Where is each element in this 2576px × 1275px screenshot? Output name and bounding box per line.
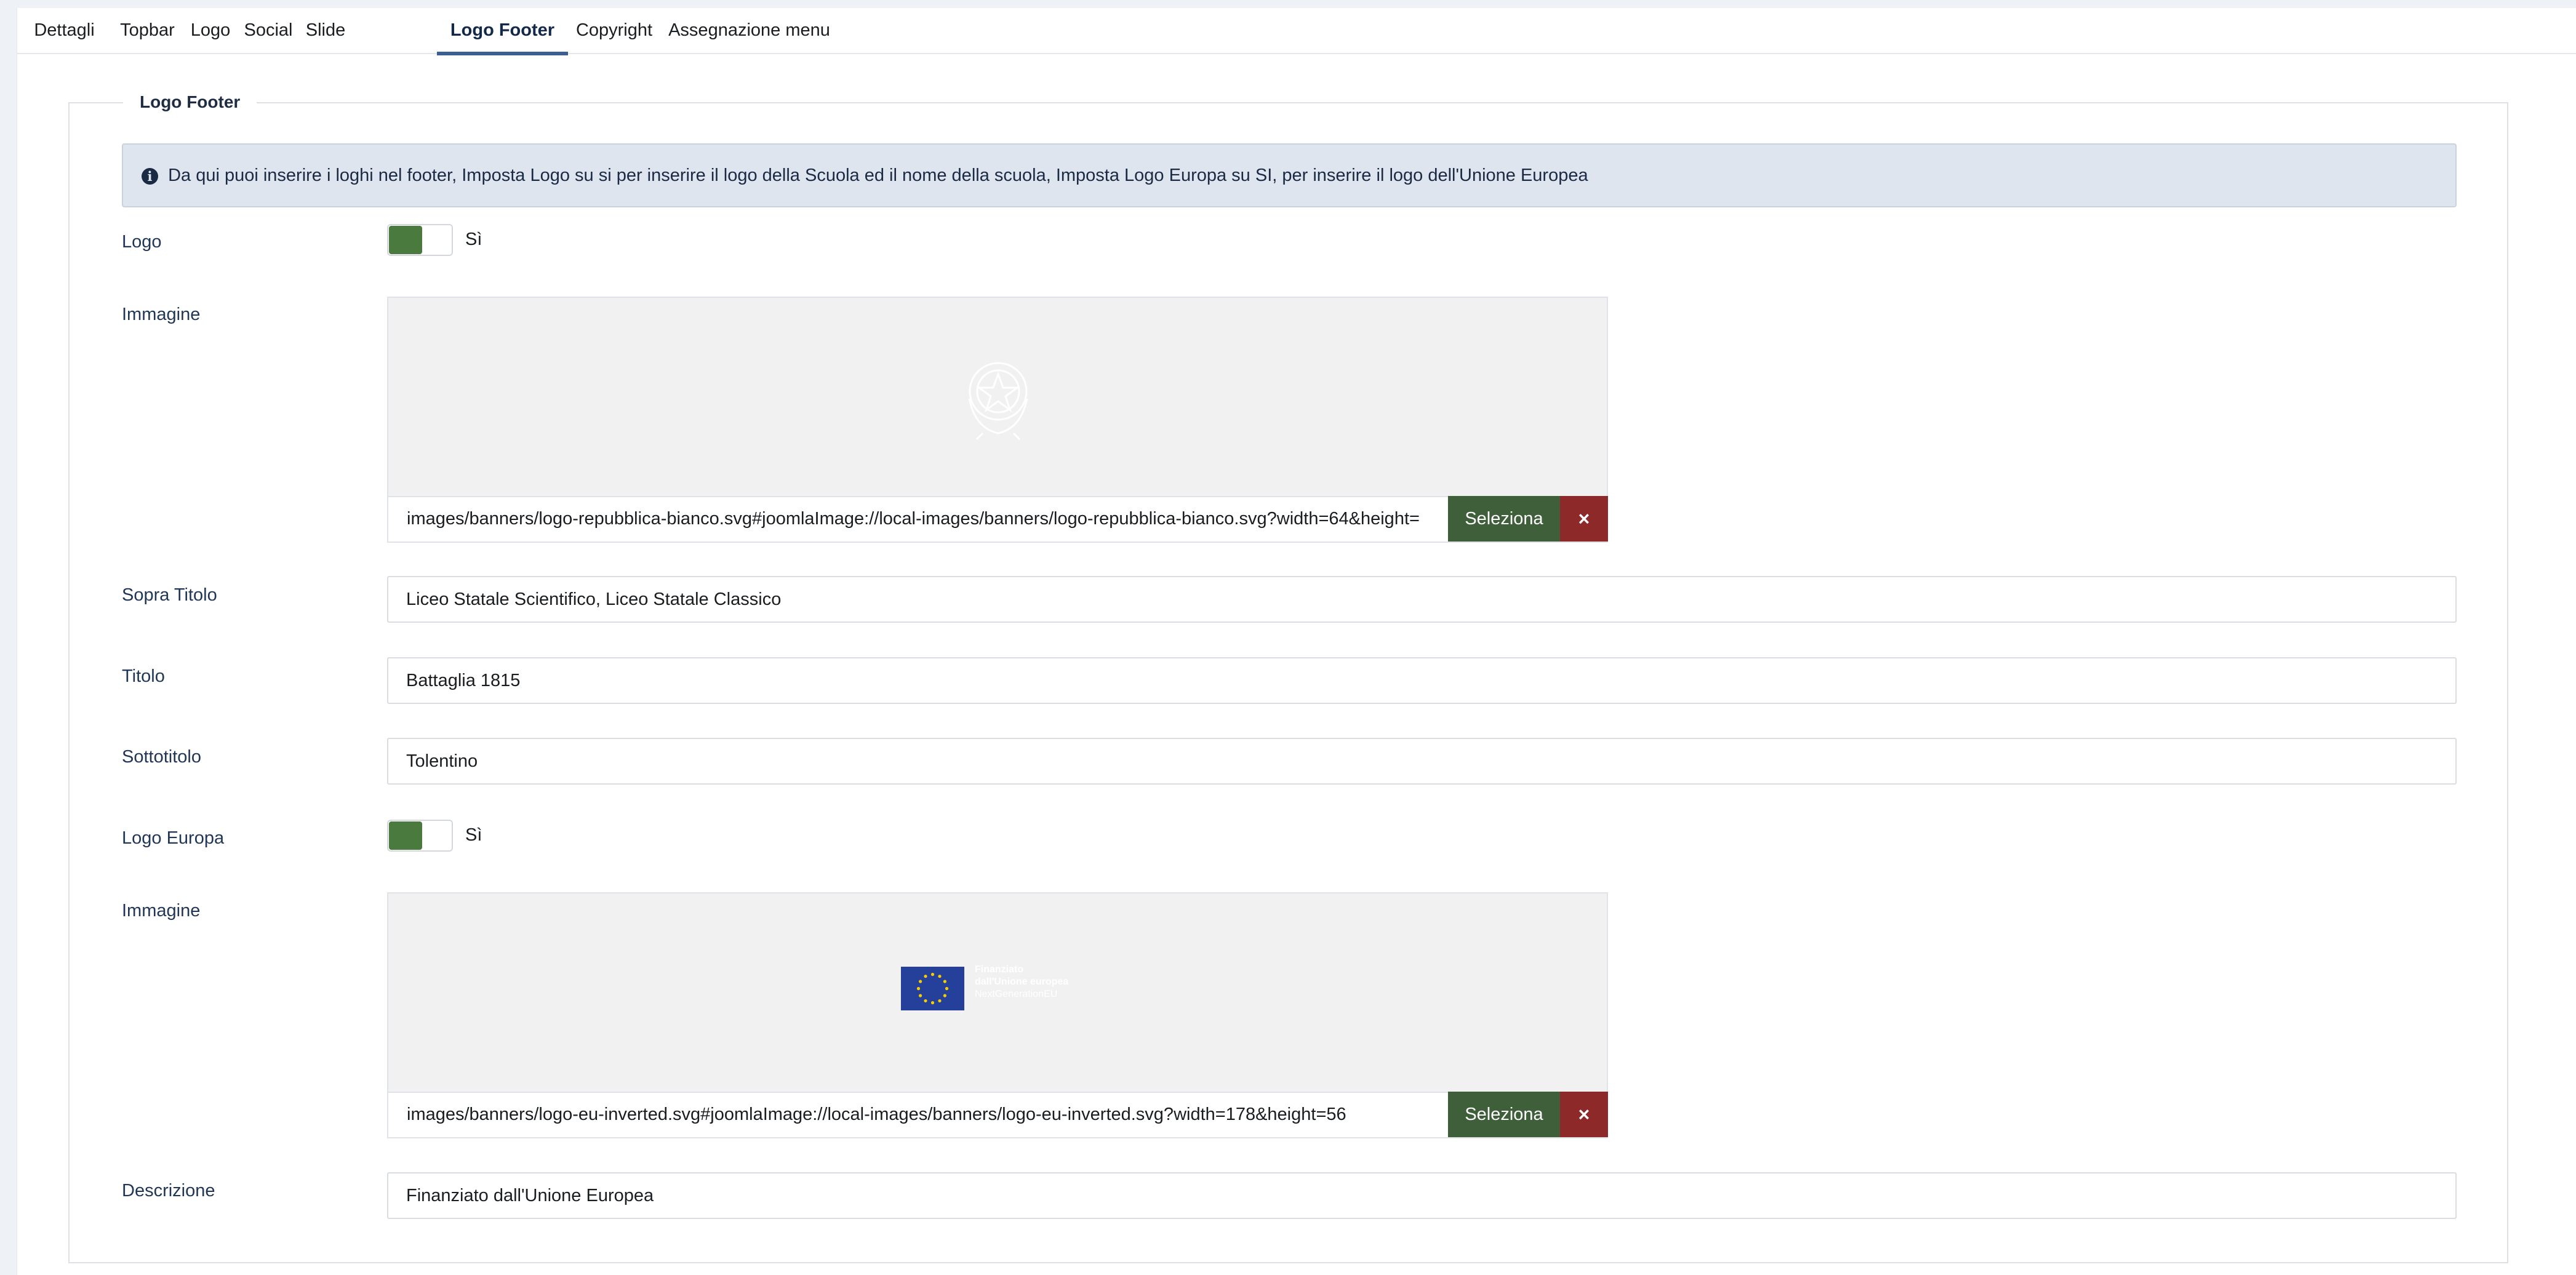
- toggle-knob: [389, 821, 422, 850]
- sopra-titolo-input[interactable]: Liceo Statale Scientifico, Liceo Statale…: [387, 576, 2457, 623]
- tab-logo[interactable]: Logo: [183, 8, 238, 54]
- logo-europa-label: Logo Europa: [122, 828, 225, 848]
- clear-image-button[interactable]: ×: [1560, 496, 1608, 542]
- tab-copyright[interactable]: Copyright: [568, 8, 660, 54]
- image-field-eu: Finanziato dall'Unione europea NextGener…: [387, 892, 1608, 1138]
- eu-star: [930, 972, 935, 977]
- titolo-label: Titolo: [122, 666, 165, 686]
- toggle-knob: [389, 226, 422, 254]
- image-path-input[interactable]: images/banners/logo-repubblica-bianco.sv…: [388, 496, 1448, 542]
- eu-star: [930, 1001, 935, 1005]
- eu-star: [916, 986, 921, 991]
- fieldset-legend: Logo Footer: [123, 91, 257, 113]
- eu-star: [938, 999, 942, 1003]
- sopra-titolo-label: Sopra Titolo: [122, 585, 217, 605]
- descrizione-input[interactable]: Finanziato dall'Unione Europea: [387, 1172, 2457, 1219]
- emblem-repubblica-icon: [968, 362, 1028, 441]
- eu-star: [924, 999, 927, 1003]
- image-preview: [388, 298, 1607, 496]
- descrizione-label: Descrizione: [122, 1181, 215, 1201]
- info-icon: i: [142, 167, 158, 185]
- eu-star: [945, 986, 949, 991]
- select-image-button[interactable]: Seleziona: [1448, 496, 1560, 542]
- image-field-repubblica: images/banners/logo-repubblica-bianco.sv…: [387, 297, 1608, 543]
- image-path-input[interactable]: images/banners/logo-eu-inverted.svg#joom…: [388, 1092, 1448, 1137]
- sottotitolo-label: Sottotitolo: [122, 747, 201, 767]
- sottotitolo-input[interactable]: Tolentino: [387, 738, 2457, 785]
- logo-europa-toggle[interactable]: [387, 820, 453, 852]
- eu-logo-text-line: Finanziato: [975, 964, 1024, 975]
- tab-dettagli[interactable]: Dettagli: [17, 8, 112, 54]
- image-label: Immagine: [122, 901, 201, 921]
- info-alert: i Da qui puoi inserire i loghi nel foote…: [122, 143, 2457, 207]
- clear-image-button[interactable]: ×: [1560, 1092, 1608, 1137]
- eu-star: [918, 980, 922, 983]
- eu-logo-text: Finanziato dall'Unione europea NextGener…: [975, 964, 1068, 1001]
- tab-social[interactable]: Social: [238, 8, 298, 54]
- eu-star: [918, 994, 922, 997]
- info-text: Da qui puoi inserire i loghi nel footer,…: [168, 166, 1588, 185]
- logo-toggle-state: Sì: [465, 230, 482, 249]
- image-preview: Finanziato dall'Unione europea NextGener…: [388, 893, 1607, 1092]
- eu-logo-text-line: NextGenerationEU: [975, 989, 1058, 999]
- titolo-input[interactable]: Battaglia 1815: [387, 657, 2457, 704]
- eu-star: [943, 980, 947, 983]
- eu-flag-icon: [901, 967, 964, 1010]
- tab-topbar[interactable]: Topbar: [112, 8, 183, 54]
- eu-star: [938, 974, 942, 978]
- logo-toggle[interactable]: [387, 224, 453, 256]
- eu-star: [924, 974, 927, 978]
- tab-logo-footer[interactable]: Logo Footer: [437, 8, 568, 55]
- tab-slide[interactable]: Slide: [298, 8, 353, 54]
- image-label: Immagine: [122, 305, 201, 324]
- logo-europa-toggle-state: Sì: [465, 825, 482, 845]
- tab-bar: Dettagli Topbar Logo Social Slide Logo F…: [17, 8, 2576, 55]
- select-image-button[interactable]: Seleziona: [1448, 1092, 1560, 1137]
- logo-label: Logo: [122, 232, 162, 252]
- eu-star: [943, 994, 947, 997]
- eu-logo-text-line: dall'Unione europea: [975, 977, 1069, 987]
- tab-assegnazione-menu[interactable]: Assegnazione menu: [660, 8, 838, 54]
